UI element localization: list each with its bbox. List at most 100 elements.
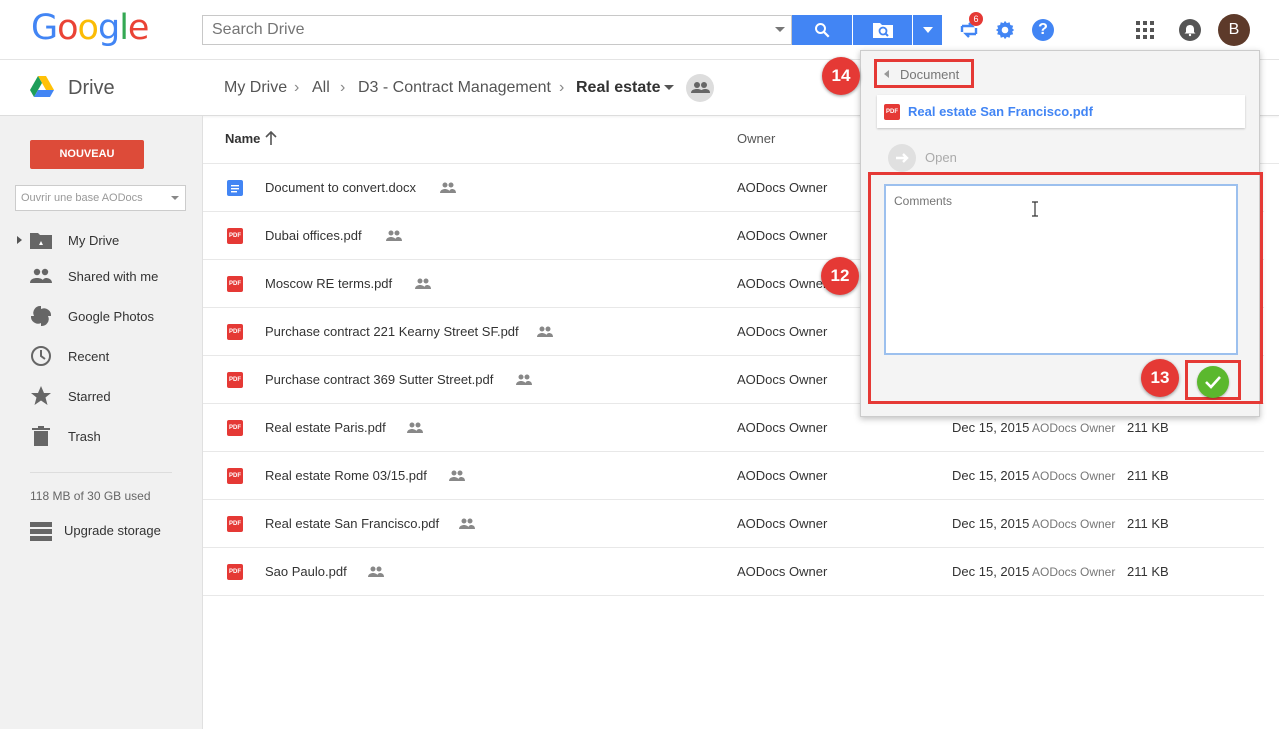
breadcrumb-d3[interactable]: D3 - Contract Management — [358, 79, 551, 97]
chevron-down-icon — [171, 196, 179, 200]
file-size: 211 KB — [1127, 564, 1169, 579]
selected-file-name[interactable]: Real estate San Francisco.pdf — [908, 104, 1093, 119]
table-row[interactable]: PDF Real estate Rome 03/15.pdf AODocs Owne… — [203, 452, 1264, 500]
google-doc-icon — [227, 180, 243, 196]
file-modified-by: AODocs Owner — [1032, 421, 1116, 435]
file-name[interactable]: Real estate Paris.pdf — [265, 420, 386, 435]
pdf-icon: PDF — [227, 564, 243, 580]
apps-grid-icon — [1136, 21, 1154, 39]
file-name[interactable]: Real estate Rome 03/15.pdf — [265, 468, 427, 483]
gear-icon — [995, 20, 1015, 40]
help-button[interactable]: ? — [1032, 19, 1054, 41]
file-name[interactable]: Sao Paulo.pdf — [265, 564, 347, 579]
sidebar-item-label: Starred — [68, 388, 111, 404]
open-button-label[interactable]: Open — [925, 150, 957, 165]
storage-icon — [30, 521, 52, 541]
file-name[interactable]: Moscow RE terms.pdf — [265, 276, 392, 291]
comments-textarea[interactable] — [884, 184, 1238, 355]
file-size: 211 KB — [1127, 420, 1169, 435]
file-modified-date: Dec 15, 2015 — [952, 516, 1030, 531]
search-in-folder-button[interactable] — [853, 15, 912, 45]
shared-icon — [30, 265, 52, 287]
search-dropdown-button[interactable] — [913, 15, 942, 45]
file-size: 211 KB — [1127, 516, 1169, 531]
aodocs-base-select-label: Ouvrir une base AODocs — [21, 192, 143, 204]
apps-button[interactable] — [1136, 21, 1154, 39]
expand-arrow-icon[interactable] — [17, 236, 22, 244]
sidebar-item-label: My Drive — [68, 232, 120, 248]
shared-people-icon — [516, 373, 532, 385]
file-owner: AODocs Owner — [737, 564, 828, 579]
file-name[interactable]: Purchase contract 221 Kearny Street SF.p… — [265, 324, 519, 339]
annotation-box-14 — [874, 59, 974, 88]
sidebar-item-recent[interactable]: Recent — [0, 336, 203, 376]
sort-arrow-up-icon[interactable] — [265, 130, 277, 150]
sidebar-item-label: Google Photos — [68, 308, 155, 324]
shared-folder-button[interactable] — [686, 74, 714, 102]
file-owner: AODocs Owner — [737, 276, 828, 291]
new-button[interactable]: NOUVEAU — [30, 140, 144, 169]
shared-people-icon — [449, 469, 465, 481]
file-owner: AODocs Owner — [737, 324, 828, 339]
column-header-owner[interactable]: Owner — [737, 131, 775, 146]
sidebar-item-shared[interactable]: Shared with me — [0, 256, 203, 296]
sidebar-item-trash[interactable]: Trash — [0, 416, 203, 456]
file-modified-date: Dec 15, 2015 — [952, 564, 1030, 579]
breadcrumb-current-folder[interactable]: Real estate — [576, 79, 661, 97]
breadcrumb-my-drive[interactable]: My Drive — [224, 79, 287, 97]
shared-people-icon — [537, 325, 553, 337]
google-logo[interactable]: Google — [31, 8, 149, 48]
file-name[interactable]: Document to convert.docx — [265, 180, 416, 195]
upgrade-storage-link[interactable]: Upgrade storage — [64, 523, 161, 538]
search-input[interactable] — [203, 16, 763, 44]
file-owner: AODocs Owner — [737, 468, 828, 483]
bell-icon — [1184, 25, 1196, 37]
sidebar-item-label: Trash — [68, 428, 101, 444]
confirm-button[interactable] — [1197, 366, 1229, 398]
file-modified-date: Dec 15, 2015 — [952, 420, 1030, 435]
search-button[interactable] — [792, 15, 852, 45]
sidebar-item-my-drive[interactable]: My Drive — [0, 220, 203, 260]
file-name[interactable]: Real estate San Francisco.pdf — [265, 516, 439, 531]
annotation-badge-14: 14 — [822, 57, 860, 95]
shared-people-icon — [368, 565, 384, 577]
annotation-badge-12: 12 — [821, 257, 859, 295]
chevron-down-icon — [922, 27, 933, 33]
folder-search-icon — [872, 23, 893, 38]
sidebar-item-starred[interactable]: Starred — [0, 376, 203, 416]
folder-menu-chevron-icon[interactable] — [664, 85, 674, 90]
selected-file-card[interactable]: PDF Real estate San Francisco.pdf — [877, 95, 1245, 128]
photos-icon — [30, 305, 52, 327]
storage-usage: 118 MB of 30 GB used — [30, 489, 151, 503]
breadcrumb-all[interactable]: All — [312, 79, 330, 97]
file-owner: AODocs Owner — [737, 228, 828, 243]
notification-count-badge: 6 — [969, 12, 983, 26]
my-drive-icon — [30, 229, 52, 251]
avatar[interactable]: B — [1218, 14, 1250, 46]
table-row[interactable]: PDF Real estate San Francisco.pdf AODocs O… — [203, 500, 1264, 548]
search-options-dropdown-icon[interactable] — [775, 27, 785, 32]
app-title[interactable]: Drive — [68, 77, 115, 100]
sidebar-item-label: Recent — [68, 348, 110, 364]
annotation-badge-13: 13 — [1141, 359, 1179, 397]
file-name[interactable]: Dubai offices.pdf — [265, 228, 362, 243]
file-modified-date: Dec 15, 2015 — [952, 468, 1030, 483]
file-size: 211 KB — [1127, 468, 1169, 483]
arrow-right-icon — [896, 153, 909, 163]
pdf-icon: PDF — [227, 276, 243, 292]
search-box[interactable] — [202, 15, 792, 45]
sidebar-item-photos[interactable]: Google Photos — [0, 296, 203, 336]
file-owner: AODocs Owner — [737, 516, 828, 531]
pdf-icon: PDF — [227, 228, 243, 244]
open-button-icon[interactable] — [888, 144, 916, 172]
column-header-name[interactable]: Name — [225, 131, 260, 146]
aodocs-base-select[interactable]: Ouvrir une base AODocs — [15, 185, 186, 211]
settings-button[interactable] — [994, 19, 1016, 41]
notifications-button[interactable] — [1179, 19, 1201, 41]
drive-logo-icon — [30, 76, 54, 98]
file-owner: AODocs Owner — [737, 420, 828, 435]
shared-people-icon — [407, 421, 423, 433]
table-row[interactable]: PDF Sao Paulo.pdf AODocs Owner Dec 15, 2015… — [203, 548, 1264, 596]
sync-button[interactable]: 6 — [958, 12, 983, 42]
file-name[interactable]: Purchase contract 369 Sutter Street.pdf — [265, 372, 493, 387]
